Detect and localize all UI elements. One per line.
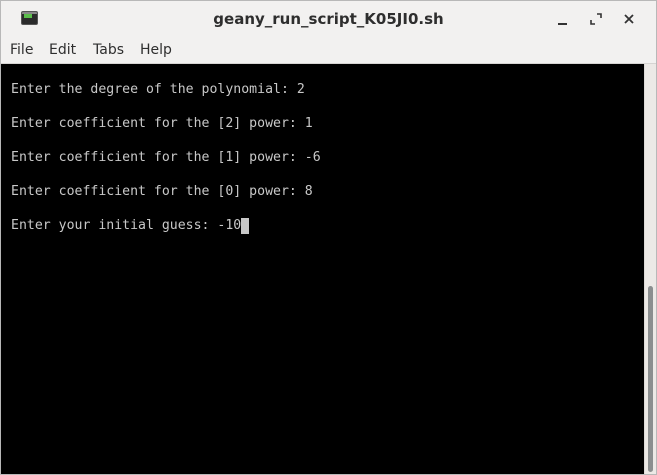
menu-file[interactable]: File — [10, 37, 33, 63]
terminal-line: Enter coefficient for the [1] power: -6 — [11, 150, 321, 166]
title-bar[interactable]: geany_run_script_K05JI0.sh — [1, 1, 656, 37]
terminal-line: Enter coefficient for the [0] power: 8 — [11, 184, 313, 200]
terminal-line: Enter coefficient for the [2] power: 1 — [11, 116, 313, 132]
terminal-icon — [21, 11, 38, 25]
terminal-line: Enter your initial guess: -10 — [11, 218, 250, 234]
terminal-line-text: Enter coefficient for the [0] power: 8 — [11, 184, 313, 199]
terminal-input-line: Enter your initial guess: -10 — [11, 218, 242, 233]
maximize-icon[interactable] — [584, 7, 608, 31]
menu-edit[interactable]: Edit — [49, 37, 76, 63]
menu-help[interactable]: Help — [140, 37, 172, 63]
terminal-line: Enter the degree of the polynomial: 2 — [11, 82, 305, 98]
close-icon[interactable] — [617, 7, 641, 31]
terminal-line-text: Enter the degree of the polynomial: 2 — [11, 82, 305, 97]
minimize-icon[interactable] — [551, 7, 575, 31]
terminal-line-text: Enter coefficient for the [1] power: -6 — [11, 150, 321, 165]
terminal-window: geany_run_script_K05JI0.sh File Edit Tab… — [0, 0, 657, 475]
terminal-output[interactable]: Enter the degree of the polynomial: 2 En… — [1, 64, 644, 474]
menu-tabs[interactable]: Tabs — [93, 37, 124, 63]
vertical-scrollbar[interactable] — [644, 64, 656, 474]
menu-bar: File Edit Tabs Help — [1, 37, 656, 64]
text-cursor — [241, 218, 250, 234]
terminal-line-text: Enter coefficient for the [2] power: 1 — [11, 116, 313, 131]
scrollbar-thumb[interactable] — [648, 286, 653, 472]
